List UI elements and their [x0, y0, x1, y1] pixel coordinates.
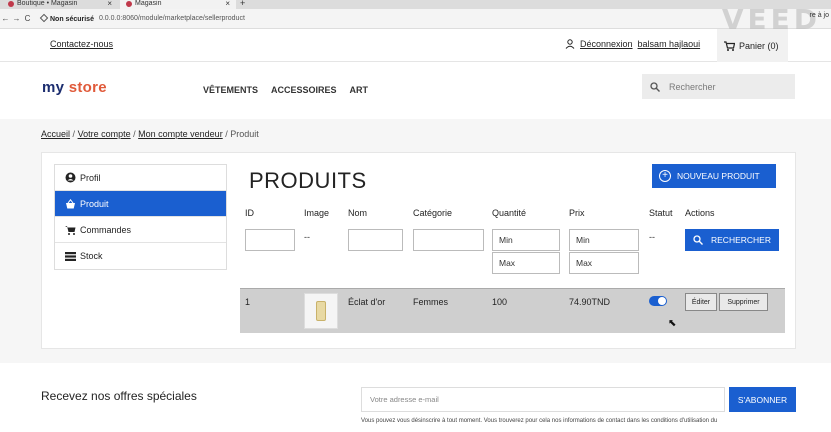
cart-button[interactable]: Panier (0): [717, 29, 788, 62]
sidebar-item-commandes[interactable]: Commandes: [55, 217, 226, 243]
list-icon: [65, 251, 76, 261]
edit-button[interactable]: Éditer: [685, 293, 717, 311]
store-favicon-icon: [126, 0, 132, 7]
menu-item-vetements[interactable]: VÊTEMENTS: [203, 85, 258, 95]
filter-name-input[interactable]: [348, 229, 403, 251]
filter-price-min[interactable]: Min: [569, 229, 639, 251]
security-indicator[interactable]: Non sécurisé: [39, 13, 94, 23]
breadcrumb-home[interactable]: Accueil: [41, 129, 70, 139]
seller-panel: Profil Produit Commandes Stock PRODUITS …: [41, 152, 796, 349]
filter-category-input[interactable]: [413, 229, 484, 251]
column-header-actions: Actions: [685, 208, 715, 218]
page-title: PRODUITS: [249, 168, 367, 193]
newsletter-title: Recevez nos offres spéciales: [41, 389, 197, 403]
newsletter-legal-text: Vous pouvez vous désinscrire à tout mome…: [361, 418, 718, 424]
column-header-prix: Prix: [569, 208, 585, 218]
sidebar-item-produit[interactable]: Produit: [55, 191, 226, 217]
site-header: my store VÊTEMENTS ACCESSOIRES ART Reche…: [0, 62, 831, 118]
cart-icon: [65, 225, 76, 235]
browser-tab-bar: Boutique • Magasin × Magasin × +: [0, 0, 831, 9]
account-icon: [65, 172, 76, 183]
tab-1-title: Boutique • Magasin: [17, 0, 78, 7]
delete-button[interactable]: Supprimer: [719, 293, 768, 311]
main-menu: VÊTEMENTS ACCESSOIRES ART: [203, 85, 368, 95]
filter-quantity-min[interactable]: Min: [492, 229, 560, 251]
filter-quantity-max[interactable]: Max: [492, 252, 560, 274]
column-header-quantite: Quantité: [492, 208, 527, 218]
email-input[interactable]: Votre adresse e-mail: [361, 387, 725, 412]
search-products-button[interactable]: RECHERCHER: [685, 229, 779, 251]
search-placeholder: Rechercher: [669, 81, 716, 92]
breadcrumb-seller-account[interactable]: Mon compte vendeur: [138, 129, 223, 139]
search-input[interactable]: Rechercher: [642, 74, 795, 99]
product-quantity: 100: [492, 297, 508, 307]
store-favicon-icon: [8, 0, 14, 7]
account-name-link[interactable]: balsam hajlaoui: [638, 39, 701, 49]
url-field[interactable]: 0.0.0.0:8060/module/marketplace/sellerpr…: [99, 15, 245, 22]
address-bar: ← → C Non sécurisé 0.0.0.0:8060/module/m…: [0, 3, 831, 36]
perfume-bottle-icon: [316, 301, 326, 321]
back-icon[interactable]: ←: [0, 14, 11, 23]
close-icon[interactable]: ×: [225, 0, 230, 8]
new-tab-icon[interactable]: +: [240, 0, 245, 8]
sidebar-item-profil[interactable]: Profil: [55, 165, 226, 191]
cart-label: Panier (0): [739, 40, 779, 51]
seller-sidebar: Profil Produit Commandes Stock: [54, 164, 227, 270]
mouse-cursor-icon: ⬉: [668, 318, 677, 329]
filter-status-none: --: [649, 232, 655, 242]
breadcrumb-account[interactable]: Votre compte: [78, 129, 131, 139]
browser-tab-1[interactable]: Boutique • Magasin ×: [2, 0, 118, 9]
basket-icon: [66, 198, 75, 208]
top-nav: Contactez-nous Déconnexion balsam hajlao…: [0, 29, 831, 62]
product-id: 1: [245, 297, 251, 307]
column-header-nom: Nom: [348, 208, 368, 218]
plus-circle-icon: +: [659, 170, 671, 182]
browser-tab-2[interactable]: Magasin ×: [120, 0, 236, 9]
store-logo[interactable]: my store: [42, 79, 107, 96]
product-image: [304, 293, 338, 329]
contact-link[interactable]: Contactez-nous: [50, 39, 113, 49]
product-name: Éclat d'or: [348, 297, 386, 307]
new-product-button[interactable]: + NOUVEAU PRODUIT: [652, 164, 776, 188]
menu-item-art[interactable]: ART: [350, 85, 369, 95]
table-row: 1 Éclat d'or Femmes 100 74.90TND Éditer …: [240, 288, 785, 333]
main-content: Accueil / Votre compte / Mon compte vend…: [0, 119, 831, 363]
search-icon: [693, 235, 703, 245]
column-header-id: ID: [245, 208, 254, 218]
sidebar-item-stock[interactable]: Stock: [55, 243, 226, 269]
update-button[interactable]: re à jo: [810, 12, 829, 19]
search-icon: [650, 81, 660, 92]
close-icon[interactable]: ×: [107, 0, 112, 8]
warning-icon: [39, 13, 49, 22]
column-header-image: Image: [304, 208, 330, 218]
column-header-statut: Statut: [649, 208, 673, 218]
filter-id-input[interactable]: [245, 229, 295, 251]
forward-icon[interactable]: →: [11, 14, 22, 23]
logout-link[interactable]: Déconnexion: [580, 39, 633, 49]
product-price: 74.90TND: [569, 297, 611, 307]
status-toggle[interactable]: [649, 296, 667, 306]
filter-image-none: --: [304, 232, 310, 242]
breadcrumb-current: Produit: [230, 129, 259, 139]
reload-icon[interactable]: C: [22, 14, 33, 23]
filter-price-max[interactable]: Max: [569, 252, 639, 274]
user-icon: [565, 39, 575, 49]
product-category: Femmes: [413, 297, 449, 307]
user-links: Déconnexion balsam hajlaoui: [565, 39, 700, 49]
column-header-categorie: Catégorie: [413, 208, 453, 218]
subscribe-button[interactable]: S'ABONNER: [729, 387, 796, 412]
breadcrumb: Accueil / Votre compte / Mon compte vend…: [41, 129, 259, 139]
menu-item-accessoires[interactable]: ACCESSOIRES: [271, 85, 337, 95]
cart-icon: [724, 40, 735, 51]
tab-2-title: Magasin: [135, 0, 162, 7]
